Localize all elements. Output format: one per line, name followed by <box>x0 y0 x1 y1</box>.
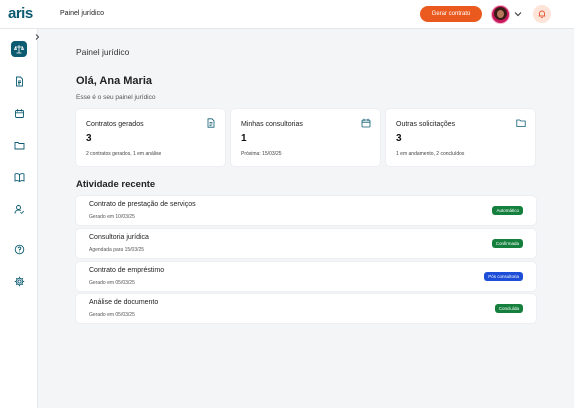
calendar-icon <box>14 108 24 118</box>
page-title: Painel jurídico <box>76 47 130 57</box>
status-badge: Automático <box>492 206 523 215</box>
card-title: Contratos gerados <box>86 121 144 128</box>
activity-item[interactable]: Consultoria jurídica Agendada para 15/03… <box>76 229 536 258</box>
activity-date: Gerado em 05/03/25 <box>89 312 135 318</box>
chevron-down-icon[interactable] <box>513 9 523 19</box>
card-note: 1 em andamento, 2 concluídos <box>396 151 465 157</box>
card-title: Minhas consultorias <box>241 121 303 128</box>
card-value: 3 <box>396 133 402 144</box>
folder-icon <box>14 141 24 149</box>
sidebar-item-help[interactable] <box>11 241 27 257</box>
sidebar-item-calendar[interactable] <box>11 105 27 121</box>
sidebar-item-documents[interactable] <box>11 73 27 89</box>
status-badge: Confirmada <box>491 239 523 248</box>
activity-item[interactable]: Contrato de empréstimo Gerado em 05/03/2… <box>76 262 536 291</box>
app-logo[interactable]: aris <box>8 5 33 22</box>
status-badge: Pós consultoria <box>484 272 523 281</box>
folder-icon <box>516 119 526 127</box>
card-contracts[interactable]: Contratos gerados 3 2 contratos gerados,… <box>76 109 225 166</box>
card-consultations[interactable]: Minhas consultorias 1 Próxima: 15/03/25 <box>231 109 380 166</box>
scale-icon <box>14 45 24 54</box>
sidebar-item-settings[interactable] <box>11 273 27 289</box>
greeting: Olá, Ana Maria <box>76 75 153 87</box>
card-requests[interactable]: Outras solicitações 3 1 em andamento, 2 … <box>386 109 535 166</box>
calendar-icon <box>361 118 371 128</box>
activity-title: Contrato de empréstimo <box>89 267 165 274</box>
header-title: Painel jurídico <box>60 10 104 17</box>
document-icon <box>15 76 23 86</box>
activity-date: Gerado em 10/03/25 <box>89 214 135 220</box>
generate-contract-button[interactable]: Gerar contrato <box>420 6 482 22</box>
activity-title: Análise de documento <box>89 299 159 306</box>
top-bar: aris Painel jurídico Gerar contrato <box>0 0 574 29</box>
activity-date: Agendada para 15/03/25 <box>89 247 145 253</box>
notifications-button[interactable] <box>533 5 551 23</box>
activity-item[interactable]: Contrato de prestação de serviços Gerado… <box>76 196 536 225</box>
main-content: Painel jurídico Olá, Ana Maria Esse é o … <box>38 29 574 408</box>
document-icon <box>207 118 215 128</box>
avatar-face <box>497 10 504 18</box>
sidebar-item-legal[interactable] <box>11 41 27 57</box>
book-icon <box>14 172 24 182</box>
greeting-subtitle: Esse é o seu painel jurídico <box>76 94 156 101</box>
activity-date: Gerado em 05/03/25 <box>89 280 135 286</box>
help-icon <box>14 244 24 254</box>
recent-activity-title: Atividade recente <box>76 179 156 190</box>
user-check-icon <box>14 204 24 214</box>
sidebar-item-folders[interactable] <box>11 137 27 153</box>
card-note: Próxima: 15/03/25 <box>241 151 282 157</box>
sidebar <box>0 29 40 408</box>
activity-title: Consultoria jurídica <box>89 234 149 241</box>
card-value: 1 <box>241 133 247 144</box>
card-value: 3 <box>86 133 92 144</box>
gear-icon <box>14 276 24 286</box>
activity-title: Contrato de prestação de serviços <box>89 201 196 208</box>
card-title: Outras solicitações <box>396 121 456 128</box>
activity-item[interactable]: Análise de documento Gerado em 05/03/25 … <box>76 294 536 323</box>
bell-icon <box>538 10 546 19</box>
status-badge: Concluída <box>494 304 523 313</box>
card-note: 2 contratos gerados, 1 em análise <box>86 151 162 157</box>
sidebar-item-clients[interactable] <box>11 201 27 217</box>
avatar[interactable] <box>491 5 510 24</box>
sidebar-item-library[interactable] <box>11 169 27 185</box>
